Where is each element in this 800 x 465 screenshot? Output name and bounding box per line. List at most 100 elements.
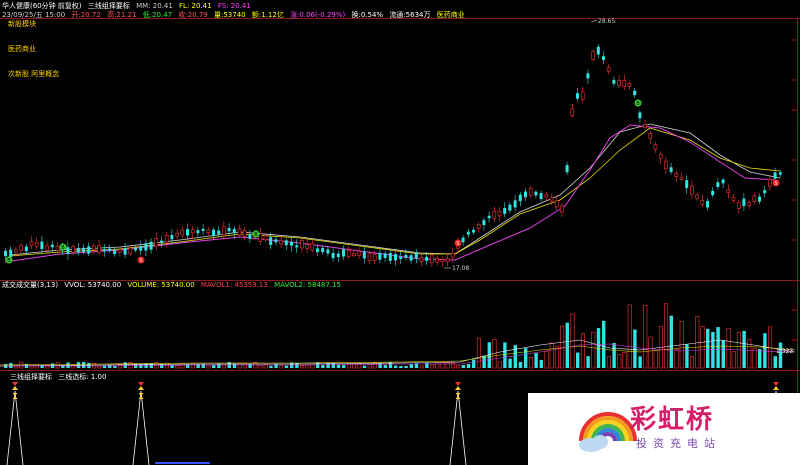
candle-body [279,240,283,245]
low-price-label: 17.08 [452,265,469,272]
candle-body [508,204,512,211]
volume-bar [419,365,424,369]
volume-bar [747,338,752,369]
volume-bar [212,364,216,368]
volume-bar [633,329,637,368]
candle-body [24,246,28,252]
candle-body [175,232,179,237]
volume-bar [758,349,762,368]
candle-body [139,246,143,251]
volume-bar [404,365,408,368]
mavol2-line [0,345,796,366]
candle-body [435,257,439,263]
candle-body [372,253,377,261]
mavol3-line [0,343,796,367]
mavol1-value: MAVOL1: 45359.13 [200,281,268,289]
candle-body [108,248,111,251]
candle-body [388,252,392,261]
candle-body [274,239,278,243]
volume-bar [472,359,476,368]
right-axis-ticks [792,39,797,341]
candle-body [336,253,340,258]
candle-body [560,205,564,213]
volume-bar [763,333,767,368]
candle-body [752,195,757,202]
volume-bar [612,342,616,368]
signal-markers: B S B B S B S [5,99,780,264]
volume-bar [627,304,632,369]
candle-body [196,230,200,234]
candle-body [492,210,497,219]
volume-bar [513,345,517,368]
candle-body [45,245,49,251]
volume-bar [726,327,731,369]
high-price-label: 28.65 [598,18,615,25]
candle-body [695,194,699,199]
volume-indicator-title[interactable]: 成交成交量(3,13) [2,281,58,289]
candle-body [269,237,273,246]
candle-body [430,254,434,263]
vvol-value: VVOL: 53740.00 [64,281,122,289]
candle-body [128,247,133,255]
ma-line-white [9,123,781,256]
indicator-title[interactable]: 三线组择要标 [10,373,52,381]
candle-body [461,237,465,243]
volume-bar [648,336,653,369]
candle-body [66,247,70,254]
candle-body [40,241,44,250]
candle-body [419,257,424,262]
candle-body [700,199,705,205]
candle-body [399,256,403,259]
hourglass-icon [773,382,779,390]
candle-body [342,249,345,257]
candle-body [154,238,159,247]
watermark-subtitle: 投资充电站 [636,437,721,450]
volume-bar [622,352,627,369]
candle-body [357,250,361,256]
candle-body [180,229,185,236]
volume-bar [711,331,715,368]
candle-body [664,161,668,170]
candle-body [14,249,18,253]
volume-bar [300,365,305,369]
hourglass-icon [138,393,144,399]
volume-bar [653,350,658,369]
volume-bar [409,364,413,368]
candle-body [466,231,470,235]
candle-body [497,211,502,217]
volume-bar [160,364,164,368]
candle-body [134,247,137,251]
buy-signal-icon: S [454,239,462,247]
volume-bar [591,331,596,369]
ma-line-magenta [4,124,776,263]
price-gridlines [0,39,795,241]
volume-axis-value: 1.323 [776,348,794,355]
candle-body [97,244,101,253]
candle-body [217,230,221,234]
candle-body [414,253,418,259]
mavol2-value: MAVOL2: 58487.15 [274,281,341,289]
volume-bar [773,356,777,368]
volume-bar [518,361,523,368]
volume-bar [503,342,507,368]
candle-body [736,202,741,209]
candle-body [144,243,148,251]
volume-bar [690,356,695,369]
volume-bar [430,364,435,369]
candle-body [19,244,23,251]
volume-bar [113,365,117,368]
volume-bar [700,326,705,369]
volume-bar [425,362,429,368]
candle-body [76,247,80,253]
candle-body [263,235,268,241]
candle-body [716,182,720,188]
volume-bar [508,358,512,368]
volume-bar [383,365,387,368]
candle-body [123,248,127,255]
candle-body [528,188,533,196]
candle-body [586,73,590,79]
candle-body [186,229,189,236]
candle-body [711,190,715,196]
candle-body [487,215,491,219]
candle-body [383,253,387,259]
